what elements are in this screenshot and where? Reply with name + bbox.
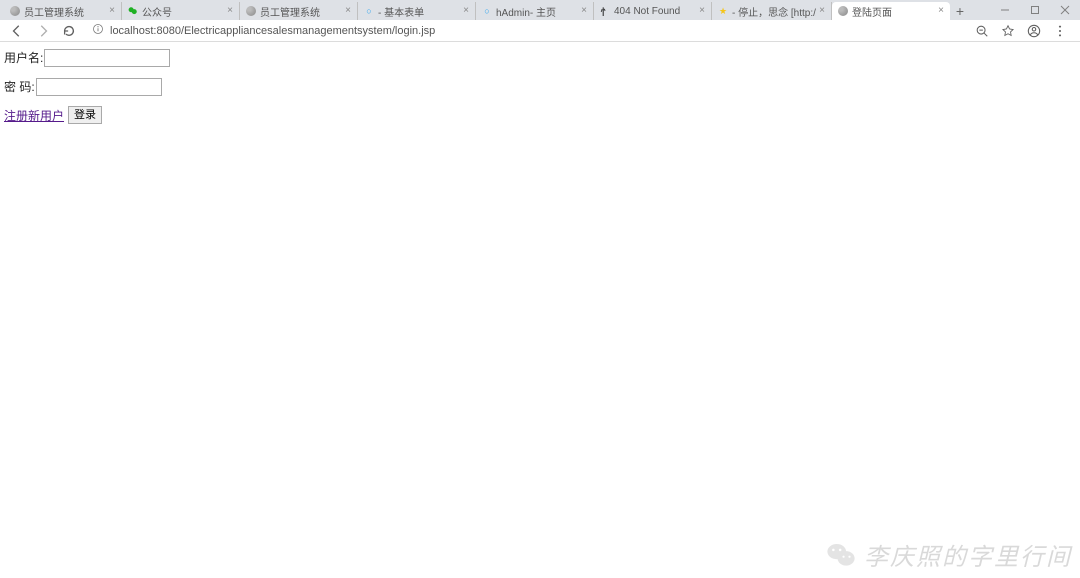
back-button[interactable]	[8, 22, 26, 40]
tab-title: hAdmin- 主页	[496, 4, 578, 19]
page-content: 用户名: 密 码: 注册新用户 登录	[0, 42, 1080, 130]
globe-icon	[246, 6, 256, 16]
tab-title: 公众号	[142, 4, 224, 19]
login-button[interactable]: 登录	[68, 106, 102, 124]
url-field[interactable]: localhost:8080/Electricappliancesalesman…	[86, 23, 966, 38]
tab-title: 员工管理系统	[260, 4, 342, 19]
dot-icon: ○	[482, 6, 492, 16]
profile-icon[interactable]	[1026, 23, 1042, 39]
password-label: 密 码:	[4, 78, 35, 95]
star-icon: ★	[718, 6, 728, 16]
maximize-button[interactable]	[1020, 0, 1050, 20]
close-icon[interactable]: ×	[938, 6, 944, 16]
browser-tab[interactable]: ★ - 停止，思念 [http://118 ×	[712, 2, 832, 20]
close-icon[interactable]: ×	[581, 6, 587, 16]
wechat-logo-icon	[824, 538, 858, 572]
username-row: 用户名:	[4, 48, 1076, 67]
browser-tab[interactable]: 员工管理系统 ×	[240, 2, 358, 20]
new-tab-button[interactable]: +	[950, 2, 970, 20]
dot-icon: ○	[364, 6, 374, 16]
close-icon[interactable]: ×	[109, 6, 115, 16]
reload-button[interactable]	[60, 22, 78, 40]
minimize-button[interactable]	[990, 0, 1020, 20]
zoom-icon[interactable]	[974, 23, 990, 39]
password-input[interactable]	[36, 78, 162, 96]
forward-button[interactable]	[34, 22, 52, 40]
close-icon[interactable]: ×	[463, 6, 469, 16]
tab-bar: 员工管理系统 × 公众号 × 员工管理系统 × ○ - 基本表单 × ○ hAd…	[0, 0, 1080, 20]
browser-tab[interactable]: ○ - 基本表单 ×	[358, 2, 476, 20]
close-window-button[interactable]	[1050, 0, 1080, 20]
browser-tab[interactable]: 公众号 ×	[122, 2, 240, 20]
menu-dots-icon[interactable]	[1052, 23, 1068, 39]
username-input[interactable]	[44, 49, 170, 67]
wechat-icon	[128, 6, 138, 16]
address-bar: localhost:8080/Electricappliancesalesman…	[0, 20, 1080, 42]
toolbar-right	[974, 23, 1072, 39]
tab-title: 员工管理系统	[24, 4, 106, 19]
username-label: 用户名:	[4, 49, 43, 66]
tab-title: - 停止，思念 [http://118	[732, 4, 816, 19]
url-text: localhost:8080/Electricappliancesalesman…	[110, 25, 435, 37]
browser-tab[interactable]: 员工管理系统 ×	[4, 2, 122, 20]
bookmark-star-icon[interactable]	[1000, 23, 1016, 39]
register-link[interactable]: 注册新用户	[4, 107, 64, 124]
password-row: 密 码:	[4, 77, 1076, 96]
browser-tab[interactable]: ○ hAdmin- 主页 ×	[476, 2, 594, 20]
close-icon[interactable]: ×	[227, 6, 233, 16]
watermark-text: 李庆照的字里行间	[864, 537, 1072, 572]
watermark: 李庆照的字里行间	[824, 537, 1072, 572]
tab-title: 登陆页面	[852, 4, 935, 19]
globe-icon	[10, 6, 20, 16]
window-controls	[990, 0, 1080, 20]
close-icon[interactable]: ×	[345, 6, 351, 16]
close-icon[interactable]: ×	[699, 6, 705, 16]
browser-tab[interactable]: 忄 404 Not Found ×	[594, 2, 712, 20]
info-icon	[92, 23, 104, 38]
actions-row: 注册新用户 登录	[4, 106, 1076, 124]
browser-tab-active[interactable]: 登陆页面 ×	[832, 2, 950, 20]
globe-icon	[838, 6, 848, 16]
tab-title: 404 Not Found	[614, 6, 696, 17]
close-icon[interactable]: ×	[819, 6, 825, 16]
lt-icon: 忄	[600, 6, 610, 16]
tab-title: - 基本表单	[378, 4, 460, 19]
